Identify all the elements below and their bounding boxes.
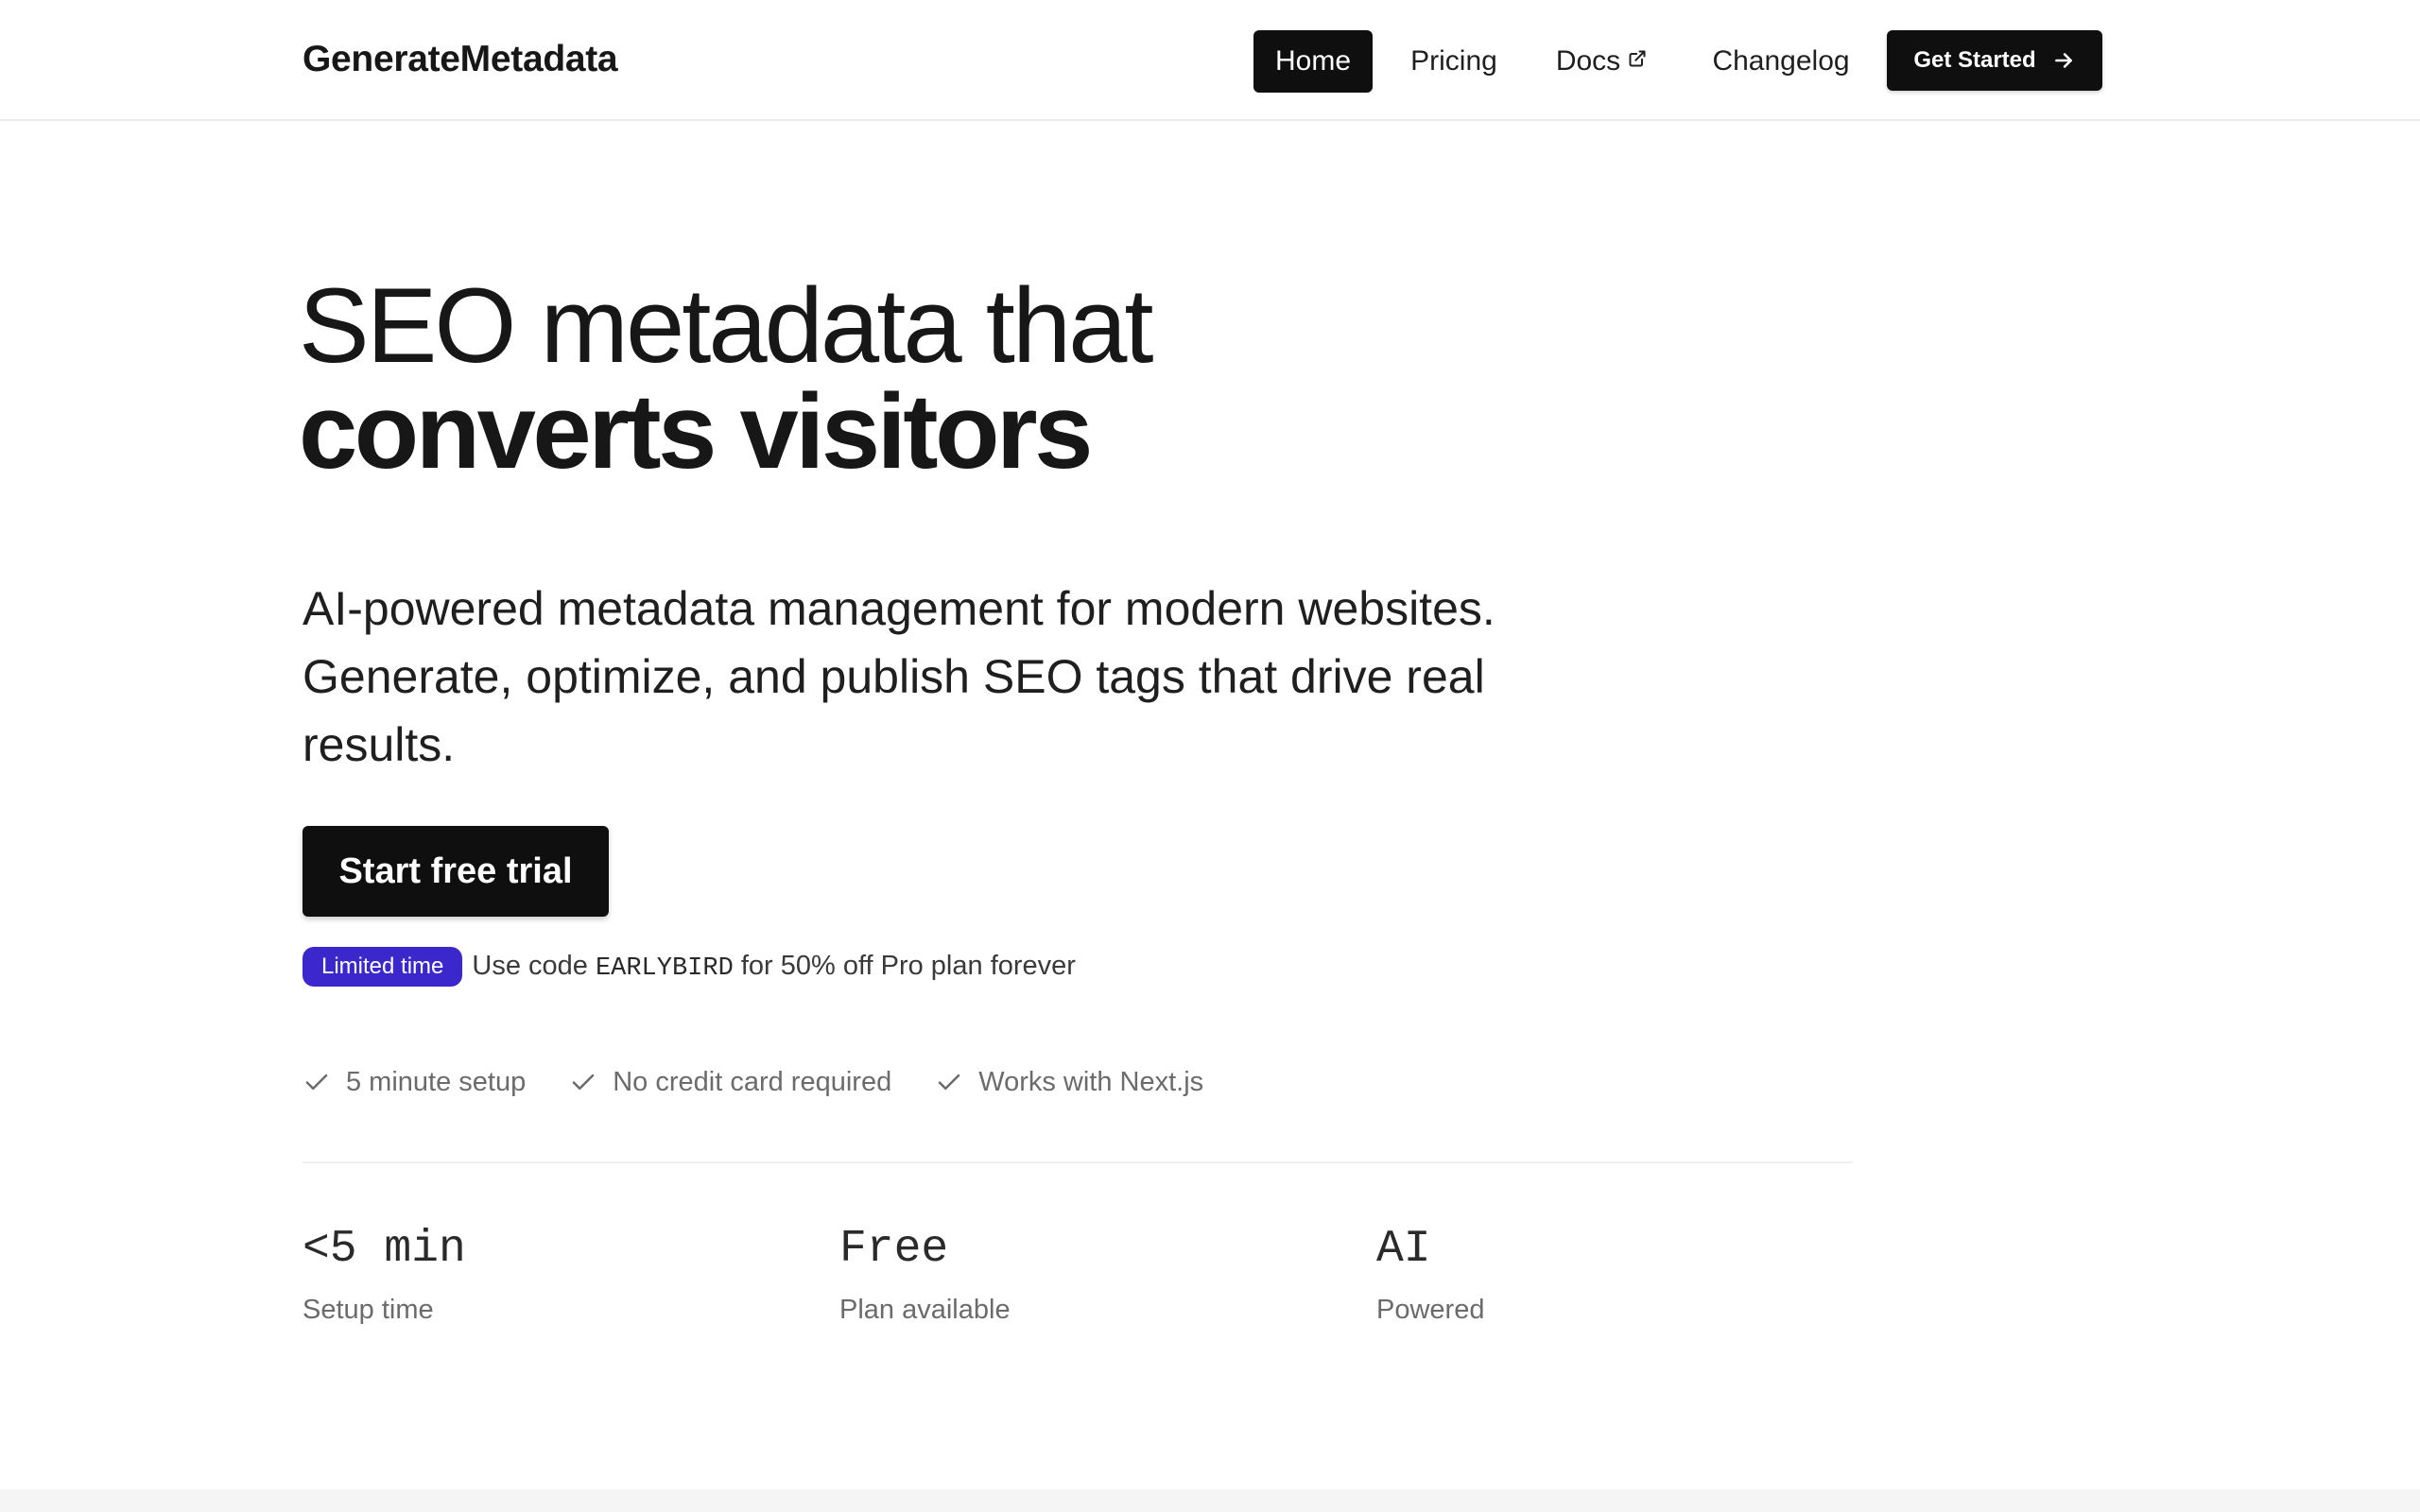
feature-label: Works with Next.js [978,1066,1204,1097]
stat-label: Powered [1376,1295,1485,1325]
nav-docs[interactable]: Docs [1547,30,1656,93]
start-free-trial-button[interactable]: Start free trial [302,826,609,917]
stat-value: Free [839,1224,949,1275]
site-header: GenerateMetadata Home Pricing Docs Chang… [0,0,2420,121]
promo-code: EARLYBIRD [595,954,734,983]
stat-value: <5 min [302,1224,466,1275]
nav-changelog-label: Changelog [1712,45,1850,77]
nav-docs-label: Docs [1555,45,1621,77]
stat-label: Plan available [839,1295,1011,1325]
promo-text-before: Use code [472,951,588,981]
feature-item: Works with Next.js [935,1067,1203,1098]
arrow-right-icon [2054,53,2072,68]
hero-subtitle: AI-powered metadata management for moder… [302,582,1495,771]
hero-title-line1: SEO metadata that [299,266,1154,385]
stat-free-plan: Free Plan available [839,1219,1312,1326]
brand-logo[interactable]: GenerateMetadata [302,36,618,83]
feature-label: 5 minute setup [346,1066,527,1097]
feature-label: No credit card required [613,1066,892,1097]
nav-home-label: Home [1274,45,1352,77]
promo-banner: Limited time Use code EARLYBIRD for 50% … [302,947,1076,987]
stat-label: Setup time [302,1295,434,1325]
section-divider [302,1161,1853,1163]
promo-text-after: for 50% off Pro plan forever [740,951,1076,981]
promo-text: Use code EARLYBIRD for 50% off Pro plan … [472,951,1076,983]
check-icon [938,1074,960,1091]
next-section-edge [0,1489,2420,1512]
feature-checklist: 5 minute setup No credit card required W… [302,1062,1247,1102]
get-started-button[interactable]: Get Started [1887,30,2102,91]
stat-value: AI [1376,1224,1431,1275]
start-free-trial-label: Start free trial [338,850,573,891]
stat-setup-time: <5 min Setup time [302,1219,775,1326]
nav-home[interactable]: Home [1253,30,1373,93]
nav-changelog[interactable]: Changelog [1702,30,1860,93]
external-link-icon [1629,50,1646,67]
nav-pricing-label: Pricing [1410,45,1497,77]
stat-ai-powered: AI Powered [1376,1219,1849,1326]
check-icon [305,1074,328,1091]
feature-item: 5 minute setup [302,1067,526,1098]
check-icon [572,1074,595,1091]
get-started-label: Get Started [1913,47,2036,73]
limited-time-badge: Limited time [302,947,463,987]
nav-pricing[interactable]: Pricing [1399,30,1509,93]
hero-title-line2: converts visitors [299,372,1093,490]
feature-item: No credit card required [569,1067,891,1098]
